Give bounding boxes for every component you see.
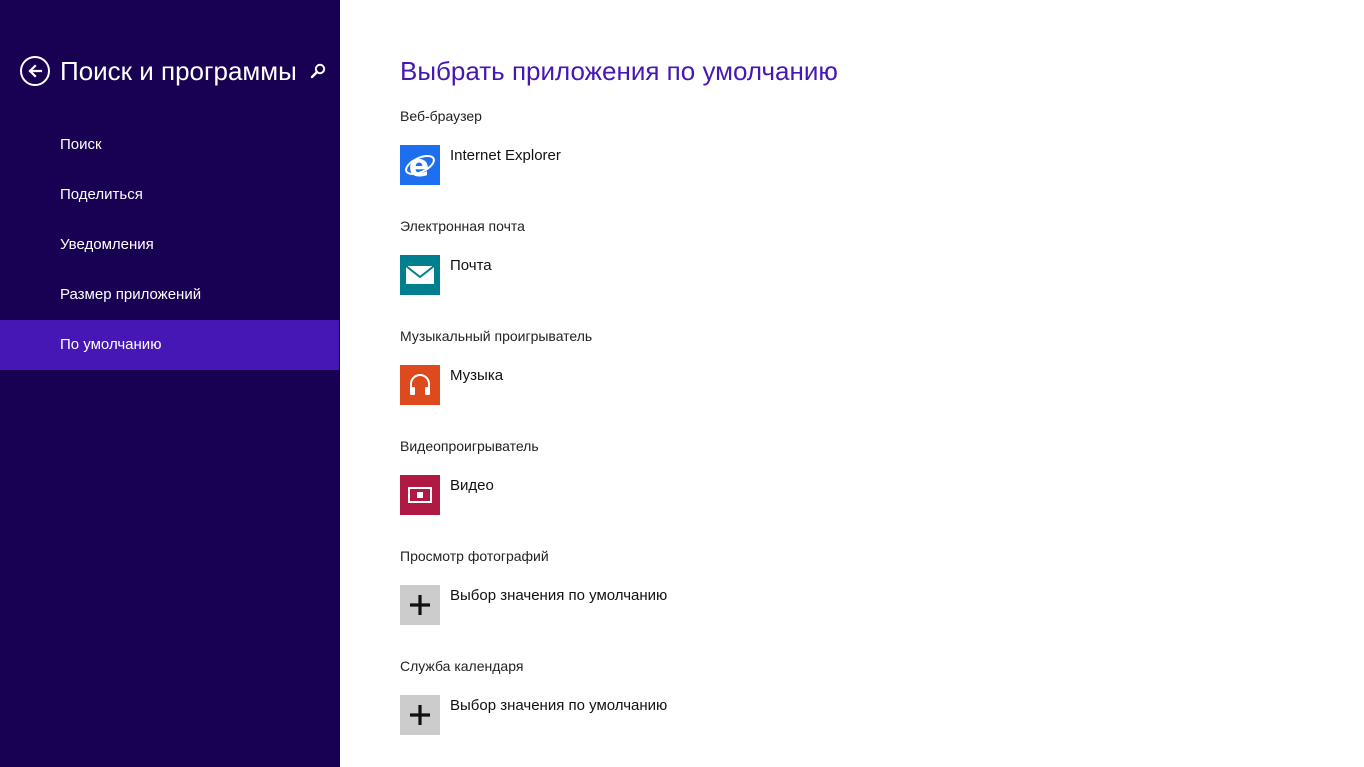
svg-text:e: e [409, 149, 429, 182]
app-tile [400, 365, 440, 405]
default-app-button[interactable]: Музыка [400, 365, 800, 405]
choose-default-button[interactable]: Выбор значения по умолчанию [400, 585, 800, 625]
page-title: Выбрать приложения по умолчанию [400, 56, 838, 86]
settings-window: Поиск и программы Поиск Поделиться Уведо… [0, 0, 1364, 767]
section-video-player: Видеопроигрыватель Видео [400, 436, 1000, 515]
section-label: Веб-браузер [400, 108, 482, 124]
section-label: Служба календаря [400, 658, 524, 674]
section-label: Видеопроигрыватель [400, 438, 539, 454]
sidebar-item-notifications[interactable]: Уведомления [0, 220, 339, 270]
section-calendar-service: Служба календаря Выбор значения по умолч… [400, 656, 1000, 735]
app-tile [400, 585, 440, 625]
section-photo-viewer: Просмотр фотографий Выбор значения по ум… [400, 546, 1000, 625]
section-web-browser: Веб-браузер e Internet Explorer [400, 106, 1000, 185]
search-icon [310, 63, 326, 79]
sidebar-item-app-sizes[interactable]: Размер приложений [0, 270, 339, 320]
back-button[interactable] [20, 56, 50, 86]
section-label: Музыкальный проигрыватель [400, 328, 593, 344]
app-name: Выбор значения по умолчанию [450, 587, 668, 604]
section-label: Просмотр фотографий [400, 548, 549, 564]
sidebar-nav: Поиск Поделиться Уведомления Размер прил… [0, 120, 340, 370]
back-arrow-icon [28, 64, 43, 78]
sidebar-item-search[interactable]: Поиск [0, 120, 339, 170]
default-app-button[interactable]: e Internet Explorer [400, 145, 800, 185]
app-name: Почта [450, 257, 492, 274]
default-app-button[interactable]: Почта [400, 255, 800, 295]
section-label: Электронная почта [400, 218, 525, 234]
app-name: Музыка [450, 367, 504, 384]
app-name: Видео [450, 477, 494, 494]
sidebar-title: Поиск и программы [60, 56, 297, 86]
search-button[interactable] [309, 62, 327, 80]
plus-icon [410, 595, 430, 615]
mail-icon [405, 265, 435, 284]
app-tile [400, 695, 440, 735]
section-music-player: Музыкальный проигрыватель Музыка [400, 326, 1000, 405]
sidebar-header: Поиск и программы [20, 54, 327, 88]
app-tile [400, 255, 440, 295]
sidebar: Поиск и программы Поиск Поделиться Уведо… [0, 0, 340, 767]
internet-explorer-icon: e [405, 149, 435, 182]
sidebar-item-share[interactable]: Поделиться [0, 170, 339, 220]
sidebar-item-defaults[interactable]: По умолчанию [0, 320, 339, 370]
app-tile: e [400, 145, 440, 185]
app-name: Выбор значения по умолчанию [450, 697, 668, 714]
default-app-button[interactable]: Видео [400, 475, 800, 515]
plus-icon [410, 705, 430, 725]
choose-default-button[interactable]: Выбор значения по умолчанию [400, 695, 800, 735]
app-tile [400, 475, 440, 515]
headphones-icon [410, 374, 430, 395]
video-icon [408, 487, 432, 503]
main-content: Выбрать приложения по умолчанию Веб-брау… [400, 0, 1340, 767]
app-name: Internet Explorer [450, 147, 561, 164]
section-email: Электронная почта Почта [400, 216, 1000, 295]
